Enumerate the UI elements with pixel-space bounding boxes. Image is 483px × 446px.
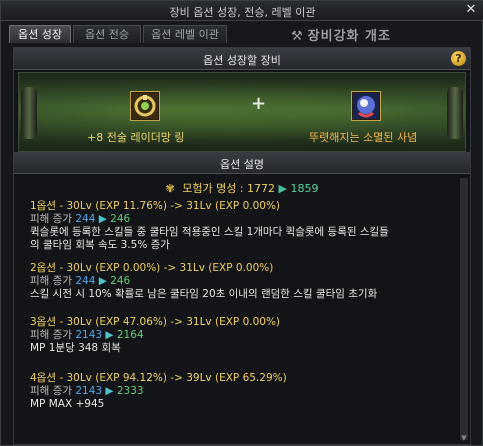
damage-arrow: ▶ (105, 329, 114, 341)
equip-section-title: 옵션 성장할 장비 (203, 54, 281, 67)
option-block-2: 2옵션 - 30Lv (EXP 0.00%) -> 31Lv (EXP 0.00… (30, 262, 460, 301)
option-damage-row: 피해 증가 244 ▶ 246 (30, 275, 460, 288)
window-title: 장비 옵션 성장, 전승, 레벨 이관 (169, 6, 316, 19)
desc-scrollbar[interactable] (460, 178, 468, 440)
damage-label: 피해 증가 (30, 385, 72, 397)
fame-row: ✾ 모험가 명성 : 1772 ▶ 1859 (18, 180, 466, 196)
fame-label: 모험가 명성 : 1772 (182, 182, 276, 195)
title-bar[interactable]: 장비 옵션 성장, 전승, 레벨 이관 ✕ (1, 1, 483, 21)
damage-old: 244 (75, 213, 96, 225)
damage-arrow: ▶ (98, 213, 107, 225)
left-item-name: +8 전술 레이더망 링 (87, 131, 185, 144)
damage-label: 피해 증가 (30, 329, 72, 341)
desc-body: ✾ 모험가 명성 : 1772 ▶ 1859 1옵션 - 30Lv (EXP 1… (18, 176, 466, 442)
damage-old: 244 (75, 275, 96, 287)
damage-new: 246 (110, 275, 131, 287)
ring-item-icon[interactable] (130, 91, 160, 121)
damage-old: 2143 (75, 385, 103, 397)
fame-new-value: 1859 (290, 182, 319, 195)
option-desc-line: 스킬 시전 시 10% 확률로 남은 쿨타임 20초 이내의 랜덤한 스킬 쿨타… (30, 288, 378, 300)
soul-item-icon[interactable] (351, 91, 381, 121)
damage-old: 2143 (75, 329, 103, 341)
damage-new: 2333 (116, 385, 144, 397)
option-damage-row: 피해 증가 2143 ▶ 2333 (30, 385, 460, 398)
damage-new: 2164 (116, 329, 144, 341)
close-icon[interactable]: ✕ (464, 3, 478, 17)
option-header: 1옵션 - 30Lv (EXP 11.76%) -> 31Lv (EXP 0.0… (30, 200, 281, 212)
right-item-name: 뚜렷해지는 소멸된 사념 (309, 131, 418, 144)
option-damage-row: 피해 증가 2143 ▶ 2164 (30, 329, 460, 342)
background-label-text: 장비강화 개조 (307, 29, 391, 44)
option-header: 2옵션 - 30Lv (EXP 0.00%) -> 31Lv (EXP 0.00… (30, 262, 274, 274)
scroll-down-icon[interactable]: ▼ (460, 434, 468, 442)
scroll-roll-right (447, 87, 463, 139)
scroll-roll-left (21, 87, 37, 139)
desc-section-header: 옵션 설명 (14, 152, 470, 174)
help-icon[interactable]: ? (451, 51, 466, 66)
main-panel: 옵션 성장할 장비 ? + +8 전술 레이더망 링 뚜렷해지는 소멸된 사념 … (13, 47, 471, 445)
option-desc-line: 의 쿨타임 회복 속도 3.5% 증가 (30, 239, 170, 251)
damage-arrow: ▶ (105, 385, 114, 397)
damage-arrow: ▶ (98, 275, 107, 287)
option-header: 4옵션 - 30Lv (EXP 94.12%) -> 39Lv (EXP 65.… (30, 372, 287, 384)
option-desc-line: MP MAX +945 (30, 398, 105, 410)
option-header: 3옵션 - 30Lv (EXP 47.06%) -> 31Lv (EXP 0.0… (30, 316, 281, 328)
tab-option-inherit[interactable]: 옵션 전승 (73, 25, 141, 43)
desc-section-title: 옵션 설명 (220, 158, 264, 171)
fame-arrow: ▶ (278, 182, 287, 195)
plus-icon: + (251, 93, 267, 114)
damage-label: 피해 증가 (30, 275, 72, 287)
option-block-1: 1옵션 - 30Lv (EXP 11.76%) -> 31Lv (EXP 0.0… (30, 200, 460, 252)
tab-option-growth[interactable]: 옵션 성장 (9, 25, 71, 43)
damage-label: 피해 증가 (30, 213, 72, 225)
option-desc-line: 퀵슬롯에 등록한 스킬들 중 쿨타임 적용중인 스킬 1개마다 퀵슬롯에 등록된… (30, 226, 389, 238)
option-damage-row: 피해 증가 244 ▶ 246 (30, 213, 460, 226)
option-block-4: 4옵션 - 30Lv (EXP 94.12%) -> 39Lv (EXP 65.… (30, 372, 460, 411)
option-desc-line: MP 1분당 348 회복 (30, 342, 121, 354)
option-block-3: 3옵션 - 30Lv (EXP 47.06%) -> 31Lv (EXP 0.0… (30, 316, 460, 355)
background-label: ⚒ 장비강화 개조 (291, 25, 391, 44)
option-growth-window: 장비 옵션 성장, 전승, 레벨 이관 ✕ 옵션 성장 옵션 전승 옵션 레벨 … (0, 0, 483, 446)
equip-section-header: 옵션 성장할 장비 ? (14, 48, 470, 70)
hammer-icon: ⚒ (291, 29, 304, 44)
scroll-thumb[interactable] (460, 178, 468, 440)
tab-option-level-transfer[interactable]: 옵션 레벨 이관 (143, 25, 227, 43)
damage-new: 246 (110, 213, 131, 225)
fame-emblem-icon: ✾ (165, 182, 175, 195)
equip-area: + +8 전술 레이더망 링 뚜렷해지는 소멸된 사념 (18, 72, 466, 152)
tab-bar: 옵션 성장 옵션 전승 옵션 레벨 이관 (9, 25, 227, 43)
